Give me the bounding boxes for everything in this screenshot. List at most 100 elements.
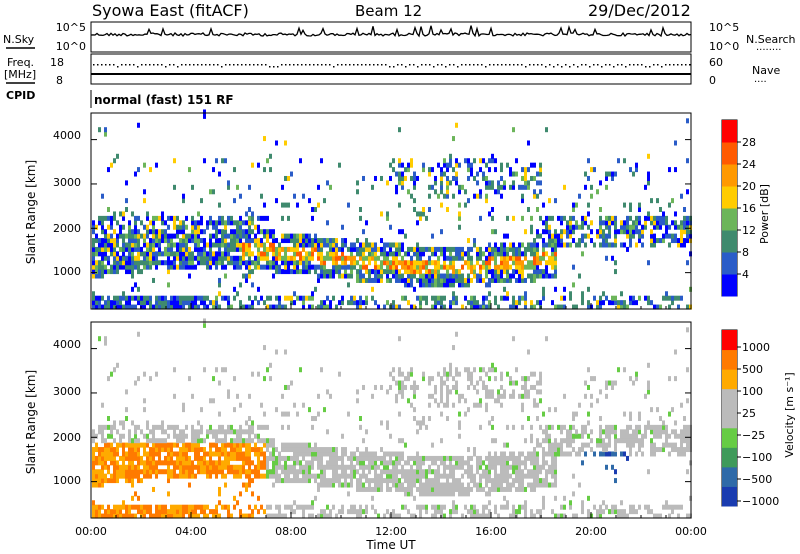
velocity-cell [374, 464, 377, 470]
velocity-cell [344, 469, 347, 475]
velocity-cell [92, 473, 95, 479]
power-cell [530, 246, 533, 252]
velocity-cell [212, 509, 215, 515]
velocity-cell [302, 464, 305, 470]
velocity-cell [683, 424, 686, 430]
velocity-cell [149, 429, 152, 435]
velocity-cell [194, 455, 197, 461]
power-cell [317, 242, 320, 248]
velocity-cell [647, 380, 650, 386]
velocity-cell [413, 460, 416, 466]
velocity-cell [644, 429, 647, 435]
velocity-cell [320, 460, 323, 466]
power-colorbar-swatch [722, 120, 737, 143]
velocity-cell [143, 433, 146, 439]
velocity-cell [125, 504, 128, 510]
velocity-cell [182, 464, 185, 470]
power-cell [170, 251, 173, 257]
power-cell [242, 255, 245, 261]
power-cell [341, 255, 344, 261]
power-cell [125, 233, 128, 239]
power-cell [521, 295, 524, 301]
power-cell [440, 229, 443, 235]
velocity-cell [485, 478, 488, 484]
power-cell [536, 264, 539, 270]
power-cell [221, 264, 224, 270]
power-cell [341, 251, 344, 257]
velocity-cell [524, 460, 527, 466]
velocity-cell [278, 478, 281, 484]
velocity-cell [407, 371, 410, 377]
velocity-cell [674, 420, 677, 426]
power-cell [218, 238, 221, 244]
velocity-cell [170, 451, 173, 457]
velocity-cell [416, 460, 419, 466]
velocity-cell [533, 473, 536, 479]
power-cell [188, 260, 191, 266]
velocity-cell [245, 451, 248, 457]
power-cell [626, 233, 629, 239]
power-cell [413, 260, 416, 266]
nave-dot [129, 64, 131, 66]
power-cell [410, 162, 413, 168]
power-cell [449, 277, 452, 283]
power-cell [356, 180, 359, 186]
velocity-cell [188, 442, 191, 448]
velocity-cell [251, 469, 254, 475]
power-cell [464, 295, 467, 301]
power-cell [404, 282, 407, 288]
power-cell [623, 158, 626, 164]
velocity-cell [488, 376, 491, 382]
power-cell [569, 229, 572, 235]
power-cell [518, 277, 521, 283]
power-cell [299, 255, 302, 261]
power-cell [248, 215, 251, 221]
power-cell [473, 295, 476, 301]
velocity-cell [509, 451, 512, 457]
velocity-cell [449, 491, 452, 497]
velocity-cell [344, 447, 347, 453]
velocity-cell [395, 380, 398, 386]
power-cell [488, 291, 491, 297]
power-cell [626, 220, 629, 226]
power-cell [449, 153, 452, 159]
power-cell [665, 220, 668, 226]
power-cell [281, 215, 284, 221]
power-cell [671, 300, 674, 306]
velocity-cell [98, 336, 101, 342]
velocity-cell [176, 451, 179, 457]
power-cell [341, 238, 344, 244]
velocity-cell [683, 438, 686, 444]
cpid-value: normal (fast) 151 RF [94, 93, 234, 107]
power-cell [626, 215, 629, 221]
velocity-cell [290, 469, 293, 475]
velocity-cell [413, 393, 416, 399]
power-cell [581, 215, 584, 221]
power-cell [272, 233, 275, 239]
power-cell [296, 242, 299, 248]
power-cell [584, 233, 587, 239]
power-cell [542, 242, 545, 248]
velocity-cell [431, 455, 434, 461]
power-cell [488, 255, 491, 261]
nave-dot [641, 64, 643, 66]
velocity-cell [596, 398, 599, 404]
velocity-cell [347, 464, 350, 470]
power-cell [530, 224, 533, 230]
velocity-cell [341, 482, 344, 488]
power-cell [524, 180, 527, 186]
power-cell [443, 260, 446, 266]
power-cell [584, 220, 587, 226]
power-cell [149, 242, 152, 248]
power-cell [302, 193, 305, 199]
velocity-cell [257, 464, 260, 470]
power-cell [686, 229, 689, 235]
power-cell [104, 300, 107, 306]
power-cell [143, 198, 146, 204]
power-cell [392, 255, 395, 261]
velocity-cell [404, 478, 407, 484]
power-cell [626, 246, 629, 252]
power-cell [542, 273, 545, 279]
power-cell [185, 238, 188, 244]
power-cell [512, 242, 515, 248]
